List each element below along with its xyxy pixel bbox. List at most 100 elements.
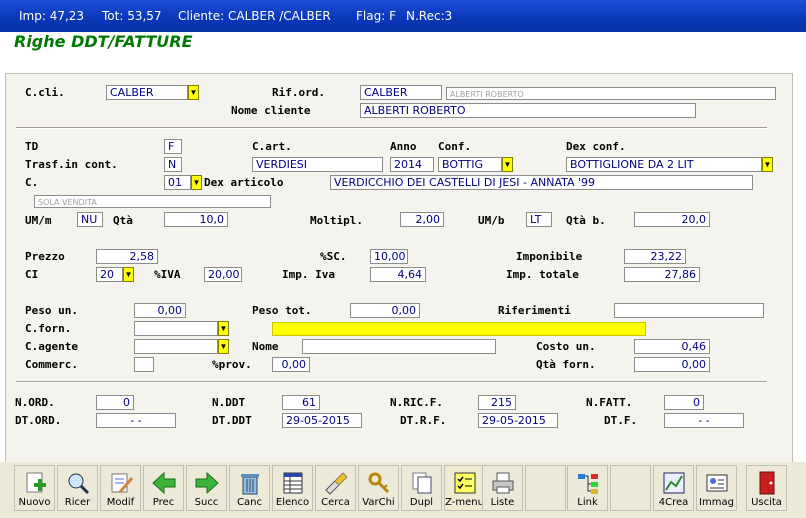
nricf-label: N.RIC.F. (390, 396, 443, 409)
imponibile-label: Imponibile (516, 250, 583, 263)
td-label: TD (25, 140, 39, 153)
printer-icon (492, 472, 513, 494)
costoun-input[interactable]: 0,46 (634, 339, 710, 354)
cart-input[interactable]: VERDIESI (252, 157, 383, 172)
imptot-input[interactable]: 27,86 (624, 267, 700, 282)
prov-input[interactable]: 0,00 (272, 357, 310, 372)
zmenu-button[interactable]: Z-menu (444, 465, 485, 511)
varchi-button[interactable]: VarChi (358, 465, 399, 511)
cart-label: C.art. (252, 140, 292, 153)
umb-label: UM/b (478, 214, 505, 227)
image-card-icon (706, 474, 727, 492)
c-label: C. (25, 176, 39, 189)
cforn-input[interactable] (134, 321, 218, 336)
cagente-dropdown-icon[interactable]: ▼ (218, 339, 229, 354)
dtf-input[interactable]: - - (664, 413, 744, 428)
nord-input[interactable]: 0 (96, 395, 134, 410)
nome-agente-label: Nome (252, 340, 279, 353)
dtord-input[interactable]: - - (96, 413, 176, 428)
dtrf-input[interactable]: 29-05-2015 (478, 413, 558, 428)
uscita-button[interactable]: Uscita (746, 465, 787, 511)
conf-input[interactable]: BOTTIG (438, 157, 502, 172)
impiva-input[interactable]: 4,64 (370, 267, 426, 282)
list-table-icon (283, 472, 302, 494)
dexconf-dropdown-icon[interactable]: ▼ (762, 157, 773, 172)
zmenu-checklist-icon (454, 472, 475, 494)
nricf-input[interactable]: 215 (478, 395, 516, 410)
dexart-input[interactable]: VERDICCHIO DEI CASTELLI DI JESI - ANNATA… (330, 175, 753, 190)
toolbar: Nuovo Ricer Modif Prec Succ Canc Elenco … (0, 462, 806, 518)
title-tot: Tot: 53,57 (102, 9, 162, 23)
create-chart-icon (663, 472, 684, 494)
cagente-input[interactable] (134, 339, 218, 354)
qtaforn-input[interactable]: 0,00 (634, 357, 710, 372)
prezzo-input[interactable]: 2,58 (96, 249, 158, 264)
nuovo-button[interactable]: Nuovo (14, 465, 55, 511)
link-button[interactable]: Link (567, 465, 608, 511)
succ-button[interactable]: Succ (186, 465, 227, 511)
qta-input[interactable]: 10,0 (164, 212, 228, 227)
riford-hint-field: ALBERTI ROBERTO (446, 87, 776, 100)
canc-button[interactable]: Canc (229, 465, 270, 511)
nfatt-input[interactable]: 0 (664, 395, 704, 410)
sc-input[interactable]: 10,00 (370, 249, 408, 264)
td-input[interactable]: F (164, 139, 182, 154)
empty-button-1[interactable] (525, 465, 566, 511)
c-input[interactable]: 01 (164, 175, 191, 190)
trash-can-icon (240, 474, 259, 495)
sc-label: %SC. (320, 250, 347, 263)
modif-button[interactable]: Modif (100, 465, 141, 511)
cforn-dropdown-icon[interactable]: ▼ (218, 321, 229, 336)
dupl-button[interactable]: Dupl (401, 465, 442, 511)
prec-button[interactable]: Prec (143, 465, 184, 511)
empty-button-2[interactable] (610, 465, 651, 511)
commerc-input[interactable] (134, 357, 154, 372)
cerca-button[interactable]: Cerca (315, 465, 356, 511)
umb-input[interactable]: LT (526, 212, 552, 227)
nome-cliente-label: Nome cliente (231, 104, 311, 117)
nord-label: N.ORD. (15, 396, 55, 409)
moltipl-input[interactable]: 2,00 (400, 212, 444, 227)
riferimenti-input[interactable] (614, 303, 764, 318)
ci-dropdown-icon[interactable]: ▼ (123, 267, 134, 282)
umm-input[interactable]: NU (77, 212, 103, 227)
commerc-label: Commerc. (25, 358, 78, 371)
ci-input[interactable]: 20 (96, 267, 123, 282)
nome-cliente-input[interactable]: ALBERTI ROBERTO (360, 103, 696, 118)
pesotot-input[interactable]: 0,00 (350, 303, 420, 318)
ccli-input[interactable]: CALBER (106, 85, 188, 100)
pesoun-input[interactable]: 0,00 (134, 303, 186, 318)
keys-icon (368, 472, 389, 494)
imponibile-input[interactable]: 23,22 (624, 249, 686, 264)
anno-input[interactable]: 2014 (390, 157, 434, 172)
4crea-button[interactable]: 4Crea (653, 465, 694, 511)
c-dropdown-icon[interactable]: ▼ (191, 175, 202, 190)
umm-label: UM/m (25, 214, 52, 227)
liste-button[interactable]: Liste (482, 465, 523, 511)
dtddt-input[interactable]: 29-05-2015 (282, 413, 362, 428)
iva-input[interactable]: 20,00 (204, 267, 242, 282)
costoun-label: Costo un. (536, 340, 596, 353)
riferimenti-label: Riferimenti (498, 304, 571, 317)
arrow-left-icon (151, 471, 175, 495)
dtrf-label: DT.R.F. (400, 414, 447, 427)
elenco-button[interactable]: Elenco (272, 465, 313, 511)
dtddt-label: DT.DDT (212, 414, 252, 427)
trasf-input[interactable]: N (164, 157, 182, 172)
dexconf-input[interactable]: BOTTIGLIONE DA 2 LIT (566, 157, 762, 172)
dtord-label: DT.ORD. (15, 414, 62, 427)
nddt-input[interactable]: 61 (282, 395, 320, 410)
ricer-button[interactable]: Ricer (57, 465, 98, 511)
qta-label: Qtà (113, 214, 133, 227)
new-document-icon (26, 472, 46, 493)
ccli-dropdown-icon[interactable]: ▼ (188, 85, 199, 100)
nome-agente-input[interactable] (302, 339, 496, 354)
riford-input[interactable]: CALBER (360, 85, 442, 100)
immag-button[interactable]: Immag (696, 465, 737, 511)
conf-dropdown-icon[interactable]: ▼ (502, 157, 513, 172)
nddt-label: N.DDT (212, 396, 246, 409)
title-bar: Imp: 47,23 Tot: 53,57 Cliente: CALBER /C… (0, 0, 806, 32)
qtaforn-label: Qtà forn. (536, 358, 596, 371)
qtab-input[interactable]: 20,0 (634, 212, 710, 227)
title-cliente: Cliente: CALBER /CALBER (178, 9, 331, 23)
